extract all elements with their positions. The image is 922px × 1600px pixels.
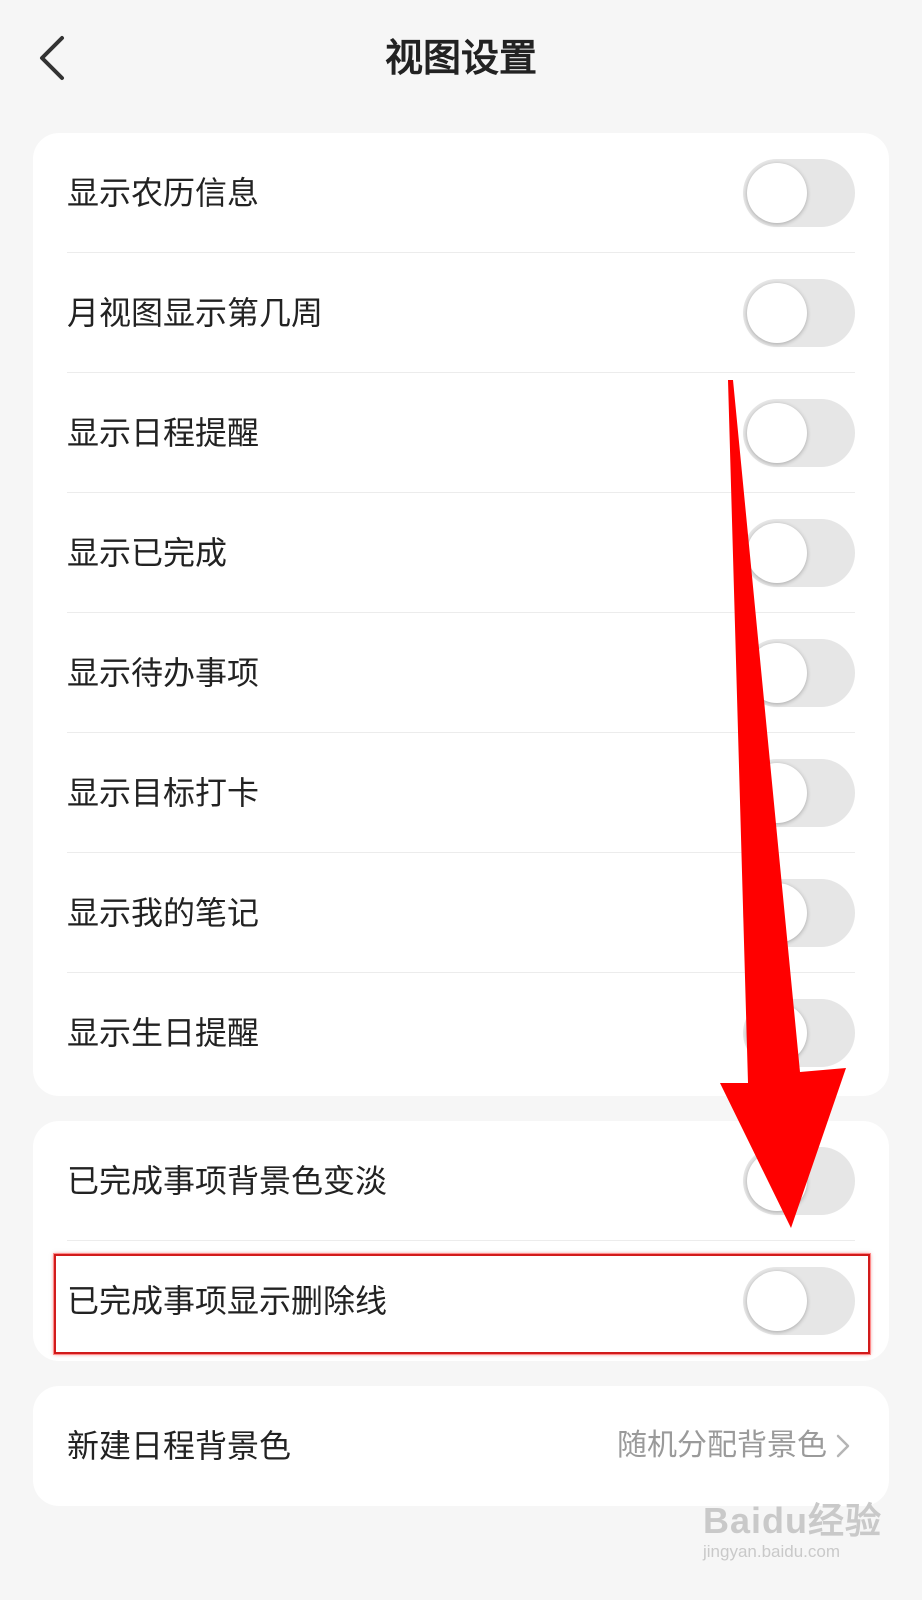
toggle-knob: [747, 1003, 807, 1063]
toggle-knob: [747, 163, 807, 223]
fade-completed-toggle[interactable]: [743, 1147, 855, 1215]
birthday-toggle[interactable]: [743, 999, 855, 1067]
toggle-knob: [747, 1151, 807, 1211]
toggle-knob: [747, 403, 807, 463]
setting-row-completed: 显示已完成: [33, 493, 889, 613]
watermark-main: Baidu经验: [702, 1500, 882, 1541]
toggle-knob: [747, 643, 807, 703]
setting-label: 显示生日提醒: [67, 1014, 260, 1052]
goal-checkin-toggle[interactable]: [743, 759, 855, 827]
setting-label: 月视图显示第几周: [67, 294, 324, 332]
toggle-knob: [747, 1271, 807, 1331]
completed-style-card: 已完成事项背景色变淡 已完成事项显示删除线: [33, 1121, 889, 1361]
setting-row-strikethrough: 已完成事项显示删除线: [33, 1241, 889, 1361]
watermark-sub: jingyan.baidu.com: [702, 1542, 841, 1561]
toggle-knob: [747, 283, 807, 343]
notes-toggle[interactable]: [743, 879, 855, 947]
setting-row-fade-completed: 已完成事项背景色变淡: [33, 1121, 889, 1241]
schedule-reminder-toggle[interactable]: [743, 399, 855, 467]
toggle-knob: [747, 883, 807, 943]
toggle-knob: [747, 763, 807, 823]
setting-row-goal-checkin: 显示目标打卡: [33, 733, 889, 853]
setting-label: 显示待办事项: [67, 654, 260, 692]
setting-row-new-schedule-bg[interactable]: 新建日程背景色 随机分配背景色: [33, 1386, 889, 1506]
setting-label: 已完成事项背景色变淡: [67, 1162, 388, 1200]
bg-color-value: 随机分配背景色: [617, 1428, 827, 1463]
lunar-toggle[interactable]: [743, 159, 855, 227]
new-schedule-bg-card: 新建日程背景色 随机分配背景色: [33, 1386, 889, 1506]
view-settings-card: 显示农历信息 月视图显示第几周 显示日程提醒 显示已完成 显示待办事项 显示目标…: [33, 133, 889, 1096]
todo-toggle[interactable]: [743, 639, 855, 707]
completed-toggle[interactable]: [743, 519, 855, 587]
setting-row-notes: 显示我的笔记: [33, 853, 889, 973]
setting-row-birthday: 显示生日提醒: [33, 973, 889, 1093]
setting-label: 显示目标打卡: [67, 774, 260, 812]
week-number-toggle[interactable]: [743, 279, 855, 347]
setting-label: 显示已完成: [67, 534, 228, 572]
setting-row-todo: 显示待办事项: [33, 613, 889, 733]
setting-label: 新建日程背景色: [67, 1427, 292, 1465]
chevron-right-icon: [836, 1434, 850, 1458]
strikethrough-toggle[interactable]: [743, 1267, 855, 1335]
baidu-watermark: Baidu经验 jingyan.baidu.com: [703, 1492, 882, 1562]
setting-label: 已完成事项显示删除线: [67, 1282, 388, 1320]
toggle-knob: [747, 523, 807, 583]
setting-label: 显示日程提醒: [67, 414, 260, 452]
setting-row-week-number: 月视图显示第几周: [33, 253, 889, 373]
setting-label: 显示我的笔记: [67, 894, 260, 932]
setting-label: 显示农历信息: [67, 174, 260, 212]
setting-row-lunar: 显示农历信息: [33, 133, 889, 253]
setting-row-schedule-reminder: 显示日程提醒: [33, 373, 889, 493]
header-bar: 视图设置: [0, 0, 922, 115]
page-title: 视图设置: [384, 36, 537, 80]
